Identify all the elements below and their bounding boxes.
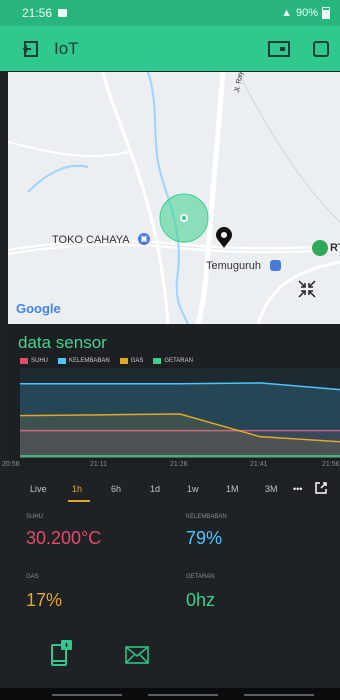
- range-selector: Live 1h 6h 1d 1w 1M 3M •••: [0, 478, 340, 502]
- fullscreen-icon[interactable]: [296, 278, 318, 300]
- suhu-label: SUHU: [26, 514, 44, 520]
- x-tick-label: 20:56: [2, 461, 20, 468]
- gas-value: 17%: [26, 590, 63, 610]
- range-active-indicator: [68, 500, 90, 502]
- getaran-label: GETARAN: [186, 574, 215, 580]
- range-1h[interactable]: 1h: [72, 484, 82, 494]
- range-1w[interactable]: 1w: [187, 484, 199, 494]
- range-live[interactable]: Live: [30, 484, 47, 494]
- appbar-actions: [268, 40, 330, 58]
- range-1d[interactable]: 1d: [150, 484, 160, 494]
- sensor-title: data sensor: [18, 333, 107, 352]
- map-widget[interactable]: TOKO CAHAYA ▣ Temuguruh Jl. Raya To RT G…: [8, 72, 340, 324]
- square-icon[interactable]: [312, 40, 330, 58]
- notification-icon: [58, 9, 68, 17]
- map-label-temuguruh: Temuguruh: [206, 260, 262, 272]
- range-3m[interactable]: 3M: [265, 484, 278, 494]
- legend-getaran: GETARAN: [153, 358, 193, 364]
- phone-notification-icon[interactable]: [50, 640, 74, 673]
- map-label-toko: TOKO CAHAYA: [52, 234, 130, 246]
- system-nav-bar: [0, 688, 340, 700]
- more-button[interactable]: •••: [293, 484, 302, 494]
- device-icon[interactable]: [268, 40, 290, 58]
- email-icon[interactable]: [125, 646, 149, 669]
- poi-icon: [312, 240, 328, 256]
- legend-gas: GAS: [119, 358, 143, 364]
- battery-icon: [322, 7, 330, 19]
- legend-suhu: SUHU: [20, 358, 48, 364]
- status-bar: 21:56 ▲ 90%: [0, 0, 340, 26]
- sensor-line-chart: [19, 368, 340, 458]
- exit-icon[interactable]: [22, 40, 40, 58]
- kelembaban-label: KELEMBABAN: [186, 514, 227, 520]
- x-tick-label: 21:11: [90, 461, 107, 468]
- kelembaban-value: 79%: [186, 528, 223, 548]
- x-tick-label: 21:26: [170, 461, 188, 468]
- getaran-value: 0hz: [186, 590, 216, 610]
- location-pin-icon[interactable]: [215, 227, 233, 249]
- map-label-rt: RT: [330, 242, 340, 254]
- x-tick-label: 21:41: [250, 461, 268, 468]
- battery-percent: 90%: [295, 7, 318, 19]
- map-canvas: [8, 72, 340, 324]
- gas-label: GAS: [26, 574, 39, 580]
- range-6h[interactable]: 6h: [111, 484, 121, 494]
- legend-kelembaban: KELEMBABAN: [58, 358, 110, 364]
- app-bar: IoT: [0, 26, 340, 71]
- x-tick-label: 21:56: [322, 461, 340, 468]
- google-logo: Google: [16, 301, 61, 316]
- expand-icon[interactable]: [314, 481, 328, 497]
- bottom-actions: [0, 640, 340, 670]
- range-1m[interactable]: 1M: [226, 484, 239, 494]
- suhu-value: 30.200°C: [26, 528, 102, 548]
- station-icon: [270, 260, 281, 271]
- nav-home[interactable]: [148, 694, 218, 696]
- nav-back[interactable]: [244, 694, 314, 696]
- chart-legend: SUHU KELEMBABAN GAS GETARAN: [20, 358, 193, 364]
- app-title: IoT: [54, 38, 79, 58]
- shop-icon: ▣: [138, 233, 150, 245]
- status-right: ▲ 90%: [281, 7, 330, 19]
- x-axis-labels: 20:56 21:11 21:26 21:41 21:56: [0, 461, 340, 471]
- signal-icon: ▲: [281, 7, 292, 19]
- nav-recent[interactable]: [52, 694, 122, 696]
- status-time: 21:56: [22, 6, 53, 20]
